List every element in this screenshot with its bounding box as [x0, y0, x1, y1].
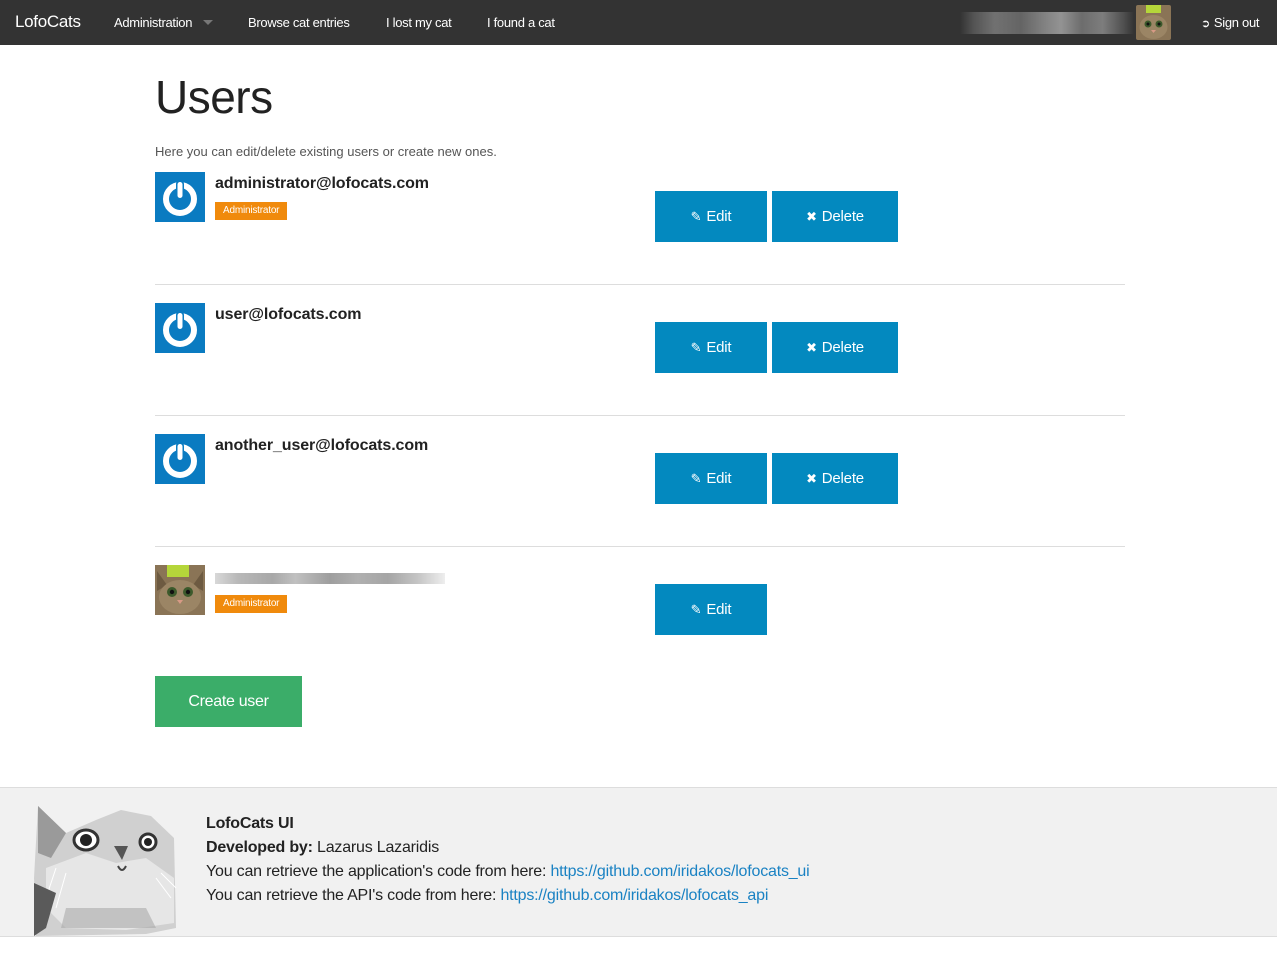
- nav-i-found-a-cat[interactable]: I found a cat: [487, 15, 555, 30]
- user-list-item: another_user@lofocats.com ✎ Edit ✖ Delete: [155, 434, 1125, 565]
- delete-label: Delete: [821, 208, 864, 225]
- user-list-item: administrator@lofocats.com Administrator…: [155, 172, 1125, 303]
- close-icon: ✖: [806, 340, 817, 355]
- developer-name: Lazarus Lazaridis: [317, 839, 440, 856]
- page-subtitle: Here you can edit/delete existing users …: [155, 144, 497, 159]
- close-icon: ✖: [806, 471, 817, 486]
- nav-i-lost-my-cat[interactable]: I lost my cat: [386, 15, 452, 30]
- footer-title: LofoCats UI: [206, 815, 294, 832]
- sign-out-label: Sign out: [1213, 15, 1260, 30]
- user-email-redacted: [215, 573, 445, 584]
- user-email: administrator@lofocats.com: [215, 175, 429, 192]
- row-divider: [155, 546, 1125, 547]
- api-code-link[interactable]: https://github.com/iridakos/lofocats_api: [500, 887, 768, 904]
- user-email: another_user@lofocats.com: [215, 437, 429, 454]
- edit-user-button[interactable]: ✎ Edit: [655, 191, 767, 242]
- user-list-item: user@lofocats.com ✎ Edit ✖ Delete: [155, 303, 1125, 434]
- delete-user-button[interactable]: ✖ Delete: [772, 453, 898, 504]
- current-user-avatar: [1136, 5, 1171, 40]
- footer: LofoCats UI Developed by: Lazarus Lazari…: [0, 787, 1277, 937]
- caret-down-icon: [203, 20, 214, 25]
- create-user-button[interactable]: Create user: [155, 676, 302, 727]
- nav-administration-label: Administration: [114, 15, 193, 30]
- edit-icon: ✎: [690, 340, 702, 355]
- cat-illustration-icon: [26, 798, 178, 936]
- api-code-text: You can retrieve the API's code from her…: [206, 887, 497, 904]
- edit-icon: ✎: [690, 471, 702, 486]
- row-divider: [155, 284, 1125, 285]
- app-code-text: You can retrieve the application's code …: [206, 863, 547, 880]
- sign-out-icon: ➲: [1201, 18, 1210, 30]
- cat-photo-avatar-icon: [155, 565, 205, 615]
- user-email: user@lofocats.com: [215, 306, 362, 323]
- delete-user-button[interactable]: ✖ Delete: [772, 322, 898, 373]
- power-avatar-icon: [155, 172, 205, 222]
- page-title: Users: [155, 71, 273, 123]
- edit-icon: ✎: [690, 602, 702, 617]
- nav-administration-dropdown[interactable]: Administration: [114, 15, 214, 30]
- app-code-link[interactable]: https://github.com/iridakos/lofocats_ui: [550, 863, 809, 880]
- power-avatar-icon: [155, 434, 205, 484]
- edit-label: Edit: [706, 208, 732, 225]
- edit-label: Edit: [706, 601, 732, 618]
- row-divider: [155, 415, 1125, 416]
- close-icon: ✖: [806, 209, 817, 224]
- delete-user-button[interactable]: ✖ Delete: [772, 191, 898, 242]
- role-badge: Administrator: [215, 202, 288, 220]
- current-user-name-redacted: [960, 12, 1134, 34]
- edit-user-button[interactable]: ✎ Edit: [655, 453, 767, 504]
- role-badge: Administrator: [215, 595, 288, 613]
- developed-by-label: Developed by:: [206, 839, 313, 856]
- footer-text: LofoCats UI Developed by: Lazarus Lazari…: [206, 812, 810, 908]
- edit-label: Edit: [706, 470, 732, 487]
- edit-icon: ✎: [690, 209, 702, 224]
- delete-label: Delete: [821, 470, 864, 487]
- nav-browse-cat-entries[interactable]: Browse cat entries: [248, 15, 350, 30]
- navbar: LofoCats Administration Browse cat entri…: [0, 0, 1277, 45]
- power-avatar-icon: [155, 303, 205, 353]
- sign-out-link[interactable]: ➲ Sign out: [1201, 15, 1260, 30]
- edit-user-button[interactable]: ✎ Edit: [655, 584, 767, 635]
- edit-user-button[interactable]: ✎ Edit: [655, 322, 767, 373]
- delete-label: Delete: [821, 339, 864, 356]
- edit-label: Edit: [706, 339, 732, 356]
- brand-link[interactable]: LofoCats: [15, 12, 81, 32]
